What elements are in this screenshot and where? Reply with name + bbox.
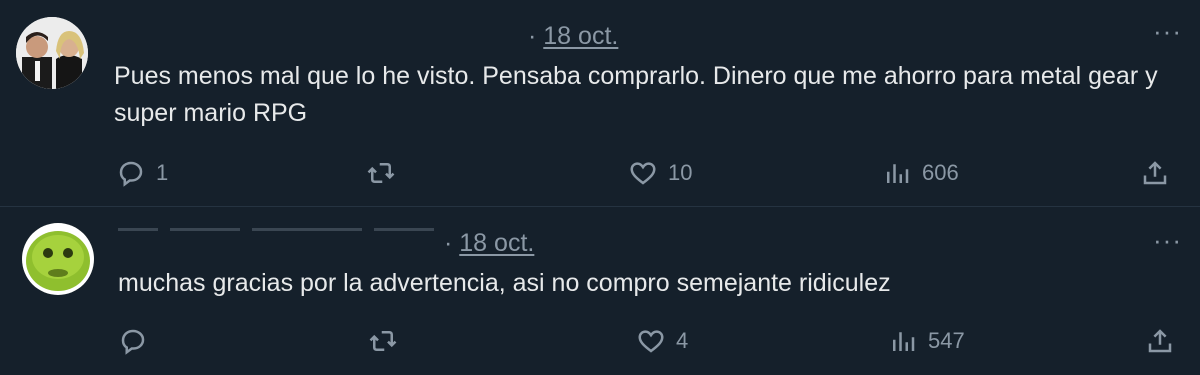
views-icon xyxy=(887,164,909,183)
avatar[interactable] xyxy=(22,223,94,295)
date-separator: · xyxy=(528,22,537,50)
action-bar: 1 10 606 xyxy=(0,153,1200,193)
views-count: 547 xyxy=(928,328,965,353)
like-button[interactable]: 10 xyxy=(628,153,692,193)
repost-icon xyxy=(367,163,395,183)
action-bar: 4 547 xyxy=(0,321,1200,361)
avatar-image xyxy=(22,223,94,295)
repost-button[interactable] xyxy=(368,321,408,361)
reply-item[interactable]: · 18 oct. ··· Pues menos mal que lo he v… xyxy=(0,0,1200,207)
avatar[interactable] xyxy=(16,17,88,89)
more-icon[interactable]: ··· xyxy=(1153,227,1182,253)
views-button[interactable]: 606 xyxy=(882,153,959,193)
views-button[interactable]: 547 xyxy=(888,321,965,361)
reply-meta: · 18 oct. xyxy=(444,229,534,258)
share-button[interactable] xyxy=(1140,153,1170,193)
reply-date[interactable]: 18 oct. xyxy=(459,229,534,257)
reply-meta: · 18 oct. xyxy=(528,22,618,51)
reply-date[interactable]: 18 oct. xyxy=(543,22,618,50)
more-icon[interactable]: ··· xyxy=(1153,18,1182,44)
reply-icon xyxy=(119,161,143,187)
like-icon xyxy=(638,330,664,353)
reply-icon xyxy=(121,329,145,355)
repost-button[interactable] xyxy=(366,153,406,193)
reply-text: muchas gracias por la advertencia, asi n… xyxy=(118,269,891,297)
views-icon xyxy=(893,332,915,351)
reply-item[interactable]: · 18 oct. ··· muchas gracias por la adve… xyxy=(0,207,1200,375)
reply-button[interactable] xyxy=(118,321,158,361)
reply-button[interactable]: 1 xyxy=(116,153,168,193)
share-icon xyxy=(1143,161,1167,185)
reply-count: 1 xyxy=(156,160,169,185)
share-icon xyxy=(1148,329,1172,353)
reply-text: Pues menos mal que lo he visto. Pensaba … xyxy=(114,62,1158,127)
date-separator: · xyxy=(444,229,453,257)
like-icon xyxy=(630,162,656,185)
views-count: 606 xyxy=(922,160,959,185)
avatar-image xyxy=(16,17,88,89)
like-count: 4 xyxy=(676,328,689,353)
repost-icon xyxy=(369,331,397,351)
like-count: 10 xyxy=(668,160,693,185)
redacted-name xyxy=(118,228,438,232)
share-button[interactable] xyxy=(1145,321,1175,361)
like-button[interactable]: 4 xyxy=(636,321,688,361)
